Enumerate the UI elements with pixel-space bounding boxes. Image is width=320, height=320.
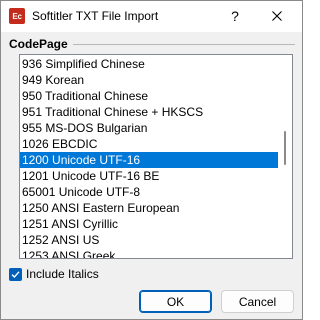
group-divider (73, 44, 295, 45)
close-icon (272, 11, 282, 21)
codepage-list-item[interactable]: 955 MS-DOS Bulgarian (20, 120, 278, 136)
codepage-list-item[interactable]: 1026 EBCDIC (20, 136, 278, 152)
cancel-button[interactable]: Cancel (221, 290, 294, 313)
codepage-list-item[interactable]: 1253 ANSI Greek (20, 248, 278, 258)
close-button[interactable] (265, 4, 289, 28)
include-italics-checkbox[interactable] (9, 267, 22, 281)
title-bar: Ec Softitler TXT File Import ? (1, 1, 302, 32)
codepage-group-label: CodePage (9, 37, 68, 51)
ok-button[interactable]: OK (139, 290, 212, 313)
codepage-listbox[interactable]: 936 Simplified Chinese 949 Korean 950 Trad… (19, 54, 293, 259)
codepage-list-item[interactable]: 1200 Unicode UTF-16 (20, 152, 278, 168)
include-italics-label: Include Italics (26, 267, 99, 281)
codepage-list-item[interactable]: 65001 Unicode UTF-8 (20, 184, 278, 200)
codepage-list-item[interactable]: 950 Traditional Chinese (20, 88, 278, 104)
vertical-scrollbar[interactable] (278, 55, 292, 258)
codepage-list-item[interactable]: 1201 Unicode UTF-16 BE (20, 168, 278, 184)
import-dialog: Ec Softitler TXT File Import ? CodePage … (0, 0, 303, 320)
codepage-list-item[interactable]: 1250 ANSI Eastern European (20, 200, 278, 216)
checkmark-icon (11, 270, 20, 278)
codepage-list-item[interactable]: 1251 ANSI Cyrillic (20, 216, 278, 232)
window-title: Softitler TXT File Import (32, 9, 159, 23)
help-button[interactable]: ? (223, 4, 247, 28)
codepage-list: 936 Simplified Chinese 949 Korean 950 Trad… (20, 56, 278, 258)
codepage-list-item[interactable]: 936 Simplified Chinese (20, 56, 278, 72)
codepage-list-item[interactable]: 1252 ANSI US (20, 232, 278, 248)
codepage-list-item[interactable]: 951 Traditional Chinese + HKSCS (20, 104, 278, 120)
app-icon: Ec (9, 8, 25, 24)
scrollbar-thumb[interactable] (284, 131, 286, 165)
codepage-list-item[interactable]: 949 Korean (20, 72, 278, 88)
include-italics-option[interactable]: Include Italics (9, 266, 99, 282)
